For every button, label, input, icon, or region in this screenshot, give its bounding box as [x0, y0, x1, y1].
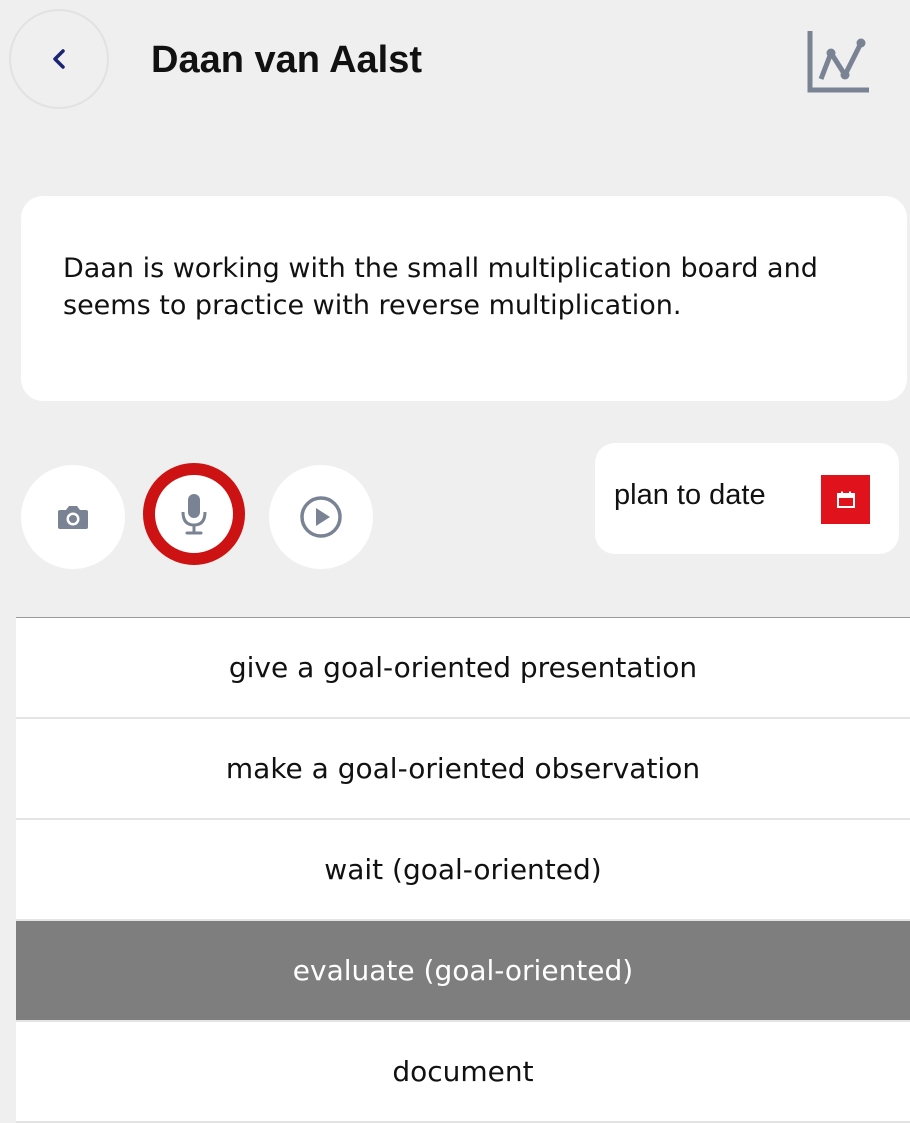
calendar-icon [836, 491, 855, 508]
play-icon [300, 496, 342, 538]
plan-to-date-button[interactable]: plan to date [595, 443, 899, 554]
action-item-observation[interactable]: make a goal-oriented observation [16, 719, 910, 820]
calendar-button[interactable] [821, 475, 870, 524]
chevron-left-icon [53, 49, 65, 69]
microphone-button[interactable] [143, 463, 245, 565]
play-button[interactable] [269, 465, 373, 569]
action-item-document[interactable]: document [16, 1022, 910, 1123]
action-item-presentation[interactable]: give a goal-oriented presentation [16, 618, 910, 719]
page-title: Daan van Aalst [151, 39, 423, 81]
action-list: give a goal-oriented presentation make a… [16, 617, 910, 1123]
line-chart-icon [807, 31, 869, 93]
microphone-icon [181, 494, 207, 535]
camera-button[interactable] [21, 465, 125, 569]
camera-icon [58, 506, 88, 529]
action-item-wait[interactable]: wait (goal-oriented) [16, 820, 910, 921]
plan-to-date-label: plan to date [614, 479, 766, 511]
statistics-button[interactable] [800, 24, 876, 100]
observation-note-text: Daan is working with the small multiplic… [63, 253, 818, 321]
action-item-evaluate[interactable]: evaluate (goal-oriented) [16, 921, 910, 1022]
observation-note-card[interactable]: Daan is working with the small multiplic… [21, 196, 907, 401]
back-button[interactable] [9, 9, 109, 109]
